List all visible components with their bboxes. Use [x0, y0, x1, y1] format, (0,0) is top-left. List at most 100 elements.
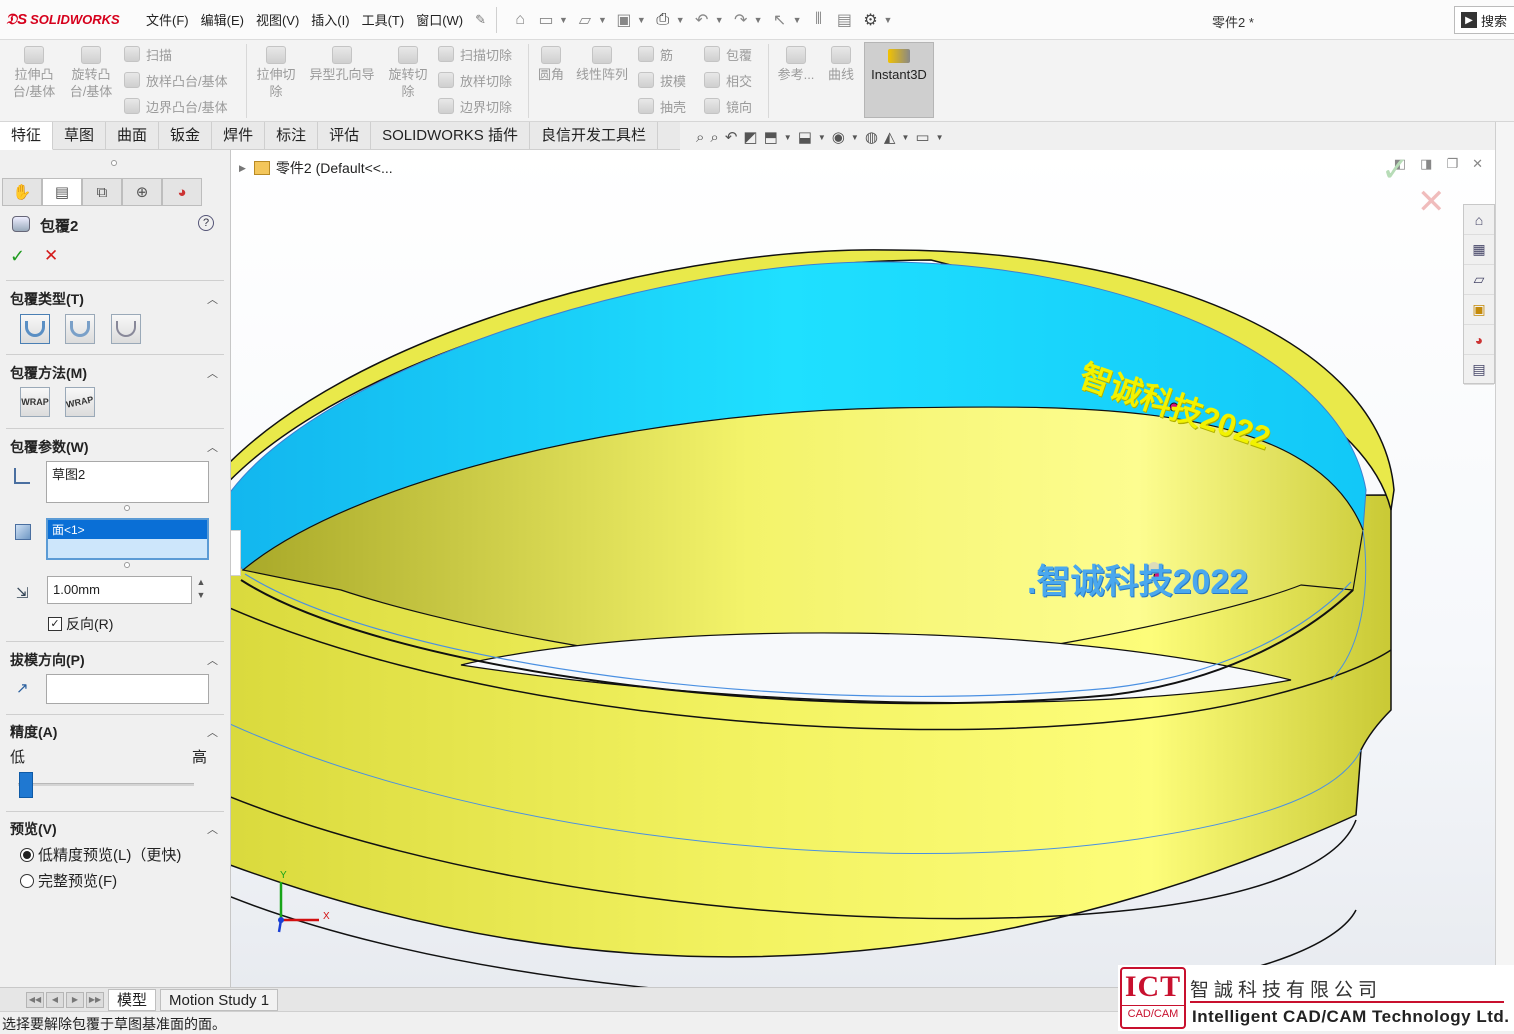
extrude-cut-button[interactable]: 拉伸切 除 [252, 46, 300, 100]
confirm-corner-ok-icon[interactable]: ✓ [1381, 150, 1410, 190]
collapse-caret-icon[interactable]: ︿ [207, 652, 218, 668]
view-orientation-icon[interactable]: ⬒ [764, 128, 778, 146]
chevron-down-icon[interactable]: ▼ [851, 133, 859, 142]
restore-window-icon[interactable]: ❐ [1446, 156, 1458, 172]
hide-show-icon[interactable]: ◉ [832, 128, 845, 146]
undo-icon[interactable]: ↶ [689, 9, 715, 31]
gear-icon[interactable]: ⚙ [857, 9, 883, 31]
sweep-button[interactable]: 扫描 [124, 43, 172, 65]
first-tab-icon[interactable]: ◀◀ [26, 991, 44, 1008]
reverse-checkbox[interactable]: ✓ [48, 617, 62, 631]
file-properties-icon[interactable]: ▤ [831, 9, 857, 31]
open-folder-icon[interactable]: ▱ [572, 9, 598, 31]
close-window-icon[interactable]: ✕ [1472, 156, 1483, 172]
traffic-light-icon[interactable]: ⦀ [805, 9, 831, 31]
sweep-cut-button[interactable]: 扫描切除 [438, 43, 512, 65]
field-resize-grip[interactable] [124, 505, 130, 511]
mirror-button[interactable]: 镜向 [704, 95, 752, 117]
menu-window[interactable]: 窗口(W) [410, 10, 469, 29]
shell-button[interactable]: 抽壳 [638, 95, 686, 117]
instant3d-button[interactable]: Instant3D [864, 42, 934, 118]
linear-pattern-button[interactable]: 线性阵列 [572, 46, 632, 83]
previous-view-icon[interactable]: ↶ [725, 128, 738, 146]
chevron-down-icon[interactable]: ▼ [598, 15, 607, 25]
menu-file[interactable]: 文件(F) [140, 10, 195, 29]
file-explorer-icon[interactable]: ▱ [1464, 265, 1494, 295]
view-palette-icon[interactable]: ▣ [1464, 295, 1494, 325]
view-settings-icon[interactable]: ▭ [915, 128, 929, 146]
tab-sketch[interactable]: 草图 [53, 122, 107, 150]
tab-model[interactable]: 模型 [108, 988, 157, 1011]
home-icon[interactable]: ⌂ [507, 9, 533, 31]
reference-geometry-button[interactable]: 参考... [774, 46, 818, 83]
tab-evaluate[interactable]: 评估 [318, 122, 372, 150]
zoom-to-fit-icon[interactable]: ⌕ [696, 129, 704, 146]
curves-button[interactable]: 曲线 [822, 46, 860, 83]
tab-surfaces[interactable]: 曲面 [106, 122, 160, 150]
thickness-input[interactable]: 1.00mm [47, 576, 192, 604]
next-tab-icon[interactable]: ▶ [66, 991, 84, 1008]
tab-dimxpert[interactable]: 标注 [265, 122, 319, 150]
chevron-down-icon[interactable]: ▼ [901, 133, 909, 142]
tab-weldments[interactable]: 焊件 [212, 122, 266, 150]
dimxpert-manager-tab[interactable]: ⊕ [122, 178, 162, 206]
graphics-area[interactable]: 智诚科技2022 .智诚科技2022 X Y ▶ 零件2 (Default<<.… [231, 150, 1495, 987]
accuracy-slider-thumb[interactable] [19, 772, 33, 798]
panel-collapse-handle[interactable] [231, 530, 241, 576]
menu-edit[interactable]: 编辑(E) [195, 10, 250, 29]
chevron-down-icon[interactable]: ▼ [793, 15, 802, 25]
solidworks-resources-icon[interactable]: ⌂ [1464, 205, 1494, 235]
section-view-icon[interactable]: ◩ [743, 128, 757, 146]
wrap-method-title[interactable]: 包覆方法(M) [10, 363, 87, 383]
chevron-down-icon[interactable]: ▼ [818, 133, 826, 142]
boundary-cut-button[interactable]: 边界切除 [438, 95, 512, 117]
wrap-type-deboss-button[interactable] [65, 314, 95, 344]
revolve-cut-button[interactable]: 旋转切 除 [384, 46, 432, 100]
save-icon[interactable]: ▣ [611, 9, 637, 31]
wrap-type-scribe-button[interactable] [111, 314, 141, 344]
face-selection-item[interactable]: 面<1> [48, 520, 207, 539]
feature-manager-tab[interactable]: ✋ [2, 178, 42, 206]
wrap-method-spline-surface-button[interactable]: WRAP [65, 387, 95, 417]
3d-model-viewport[interactable] [231, 150, 1495, 987]
fillet-button[interactable]: 圆角 [534, 46, 568, 83]
chevron-down-icon[interactable]: ▼ [883, 15, 892, 25]
loft-cut-button[interactable]: 放样切除 [438, 69, 512, 91]
accuracy-title[interactable]: 精度(A) [10, 722, 57, 742]
feature-tree-flyout[interactable]: ▶ 零件2 (Default<<... [239, 158, 393, 178]
help-icon[interactable]: ? [198, 215, 214, 231]
accuracy-slider-track[interactable] [18, 783, 194, 786]
wrap-params-title[interactable]: 包覆参数(W) [10, 437, 89, 457]
face-selection-field[interactable]: 面<1> [46, 518, 209, 560]
print-icon[interactable]: ⎙ [650, 9, 676, 31]
collapse-caret-icon[interactable]: ︿ [207, 724, 218, 740]
loft-boss-button[interactable]: 放样凸台/基体 [124, 69, 228, 91]
configuration-manager-tab[interactable]: ⧉ [82, 178, 122, 206]
display-manager-tab[interactable]: ◕ [162, 178, 202, 206]
source-sketch-field[interactable]: 草图2 [46, 461, 209, 503]
low-preview-radio[interactable] [20, 847, 34, 862]
tab-custom-toolbar[interactable]: 良信开发工具栏 [530, 122, 658, 150]
chevron-down-icon[interactable]: ▼ [784, 133, 792, 142]
tab-addins[interactable]: SOLIDWORKS 插件 [371, 122, 530, 150]
revolve-boss-button[interactable]: 旋转凸 台/基体 [64, 46, 118, 100]
redo-icon[interactable]: ↷ [728, 9, 754, 31]
full-preview-radio-row[interactable]: 完整预览(F) [20, 870, 117, 891]
confirm-corner-cancel-icon[interactable]: ✕ [1417, 182, 1446, 222]
reverse-checkbox-row[interactable]: ✓ 反向(R) [48, 614, 113, 634]
preview-title[interactable]: 预览(V) [10, 819, 57, 839]
thickness-spinner[interactable]: ▲ ▼ [193, 576, 209, 604]
custom-properties-icon[interactable]: ▤ [1464, 355, 1494, 385]
design-library-icon[interactable]: ▦ [1464, 235, 1494, 265]
draft-button[interactable]: 拔模 [638, 69, 686, 91]
extrude-boss-button[interactable]: 拉伸凸 台/基体 [8, 46, 60, 100]
pull-direction-field[interactable] [46, 674, 209, 704]
tab-sheet-metal[interactable]: 钣金 [159, 122, 213, 150]
collapse-caret-icon[interactable]: ︿ [207, 365, 218, 381]
tile-right-icon[interactable]: ◨ [1420, 156, 1432, 172]
collapse-caret-icon[interactable]: ︿ [207, 821, 218, 837]
new-document-icon[interactable]: ▭ [533, 9, 559, 31]
menu-tools[interactable]: 工具(T) [356, 10, 411, 29]
expand-arrow-icon[interactable]: ▶ [239, 163, 246, 174]
wrap-method-analytical-button[interactable]: WRAP [20, 387, 50, 417]
